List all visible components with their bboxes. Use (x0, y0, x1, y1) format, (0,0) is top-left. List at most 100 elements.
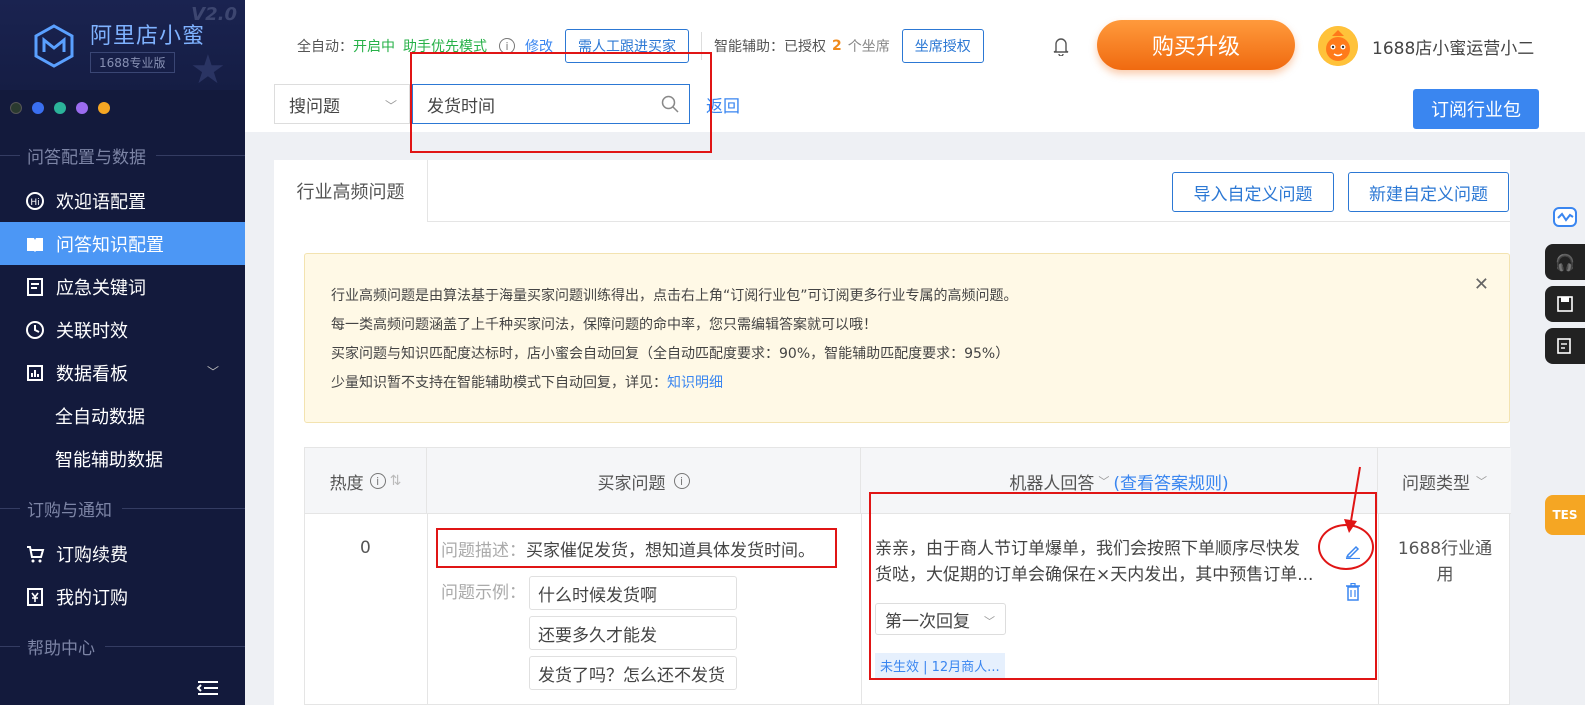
save-icon[interactable] (1545, 286, 1585, 322)
sidebar-item-qa-knowledge[interactable]: 问答知识配置 (0, 222, 245, 265)
version-label: V2.0 (191, 4, 237, 25)
sort-icon[interactable]: ⇅ (390, 473, 402, 489)
sidebar-item-dashboard[interactable]: 数据看板 ﹀ (0, 351, 245, 394)
header-heat-label: 热度 (329, 473, 364, 494)
annotation-arrow-icon (1344, 466, 1361, 533)
buy-upgrade-button[interactable]: 购买升级 (1097, 20, 1295, 70)
info-icon[interactable]: i (369, 473, 386, 489)
example-label: 问题示例： (441, 583, 526, 603)
sidebar-item-renew[interactable]: 订购续费 (0, 532, 245, 575)
section-help: 帮助中心 (0, 634, 245, 659)
sidebar-item-emergency-keywords[interactable]: 应急关键词 (0, 265, 245, 308)
auto-status: 开启中 (353, 39, 395, 55)
seat-auth-button[interactable]: 坐席授权 (901, 29, 984, 63)
logo-icon (34, 24, 74, 68)
section-label-text: 订购与通知 (27, 501, 112, 521)
section-label-text: 帮助中心 (27, 639, 95, 659)
header-type[interactable]: 问题类型 ﹀ (1378, 448, 1511, 514)
sidebar-item-label: 智能辅助数据 (55, 449, 163, 471)
edition-badge: 1688专业版 (90, 52, 175, 73)
header-question-label: 买家问题 (597, 473, 666, 494)
chevron-down-icon: ﹀ (384, 99, 397, 113)
sidebar-item-label: 订购续费 (56, 544, 128, 566)
header-question: 买家问题 i (427, 448, 861, 514)
header-answer-label: 机器人回答 (1009, 473, 1095, 494)
bell-icon[interactable] (1053, 36, 1069, 56)
hi-icon: Hi (25, 191, 45, 211)
annotation-box-description (436, 528, 837, 568)
chevron-down-icon[interactable]: ﹀ (1098, 473, 1109, 489)
avatar[interactable] (1318, 26, 1358, 66)
sidebar-item-label: 我的订购 (56, 587, 128, 609)
doc-icon (25, 277, 45, 297)
answer-rule-link[interactable]: (查看答案规则) (1113, 469, 1228, 494)
sidebar-item-label: 应急关键词 (56, 277, 146, 299)
edit-list-icon[interactable] (1545, 328, 1585, 364)
app-title: 阿里店小蜜 (90, 24, 206, 49)
sidebar-item-label: 欢迎语配置 (56, 191, 146, 213)
sidebar-item-label: 数据看板 (56, 363, 128, 385)
section-subscription: 订购与通知 (0, 496, 245, 521)
sidebar: 阿里店小蜜 1688专业版 V2.0 ★ 问答配置与数据 Hi 欢迎语配置 问答… (0, 0, 245, 705)
section-label-text: 问答配置与数据 (27, 148, 146, 168)
knowledge-detail-link[interactable]: 知识明细 (667, 375, 723, 391)
svg-text:Hi: Hi (30, 198, 39, 208)
notice-box: 行业高频问题是由算法基于海量买家问题训练得出，点击右上角“订阅行业包”可订阅更多… (304, 253, 1510, 423)
user-name[interactable]: 1688店小蜜运营小二 (1372, 34, 1534, 59)
new-custom-button[interactable]: 新建自定义问题 (1348, 172, 1509, 212)
cart-icon (25, 544, 45, 564)
sidebar-item-related-timeliness[interactable]: 关联时效 (0, 308, 245, 351)
info-icon[interactable]: i (673, 473, 690, 489)
column-divider (861, 514, 862, 705)
collapse-sidebar-icon[interactable] (196, 680, 220, 696)
sidebar-item-label: 问答知识配置 (56, 234, 164, 256)
example-chip: 发货了吗？怎么还不发货 (529, 656, 737, 690)
assist-count: 2 (832, 38, 842, 54)
assist-unit: 个坐席 (847, 39, 890, 55)
section-qa-config: 问答配置与数据 (0, 143, 245, 168)
test-tag[interactable]: TES (1545, 495, 1585, 535)
column-divider (427, 514, 428, 705)
headset-icon[interactable]: 🎧 (1545, 244, 1585, 280)
example-chip: 什么时候发货啊 (529, 576, 737, 610)
notice-line-last: 少量知识暂不支持在智能辅助模式下自动回复，详见：知识明细 (331, 369, 1483, 398)
notice-line: 买家问题与知识匹配度达标时，店小蜜会自动回复（全自动匹配度要求：90%，智能辅助… (331, 346, 1010, 362)
assist-label: 智能辅助：已授权 (714, 39, 826, 55)
sidebar-item-welcome[interactable]: Hi 欢迎语配置 (0, 179, 245, 222)
import-custom-button[interactable]: 导入自定义问题 (1172, 172, 1334, 212)
sidebar-item-auto-data[interactable]: 全自动数据 (0, 394, 245, 437)
example-chip: 还要多久才能发 (529, 616, 737, 650)
theme-dot-orange[interactable] (98, 102, 110, 114)
heat-value: 0 (360, 538, 371, 558)
auto-label: 全自动： (297, 39, 353, 55)
tab-industry-questions[interactable]: 行业高频问题 (274, 160, 428, 222)
tab-underline (428, 221, 1510, 222)
annotation-box-answer (869, 492, 1377, 680)
chevron-down-icon: ﹀ (1476, 475, 1487, 488)
subscribe-industry-button[interactable]: 订阅行业包 (1413, 89, 1539, 129)
star-decoration-icon: ★ (190, 47, 226, 93)
theme-dot-dark[interactable] (10, 102, 22, 114)
notice-line: 每一类高频问题涵盖了上千种买家问法，保障问题的命中率，您只需编辑答案就可以哦！ (331, 317, 877, 333)
chart-icon (25, 363, 45, 383)
chevron-down-icon: ﹀ (206, 365, 219, 379)
robot-assistant-icon[interactable] (1545, 196, 1585, 236)
sidebar-item-assist-data[interactable]: 智能辅助数据 (0, 437, 245, 480)
yen-icon (25, 587, 45, 607)
theme-dot-blue[interactable] (32, 102, 44, 114)
column-divider (1378, 514, 1379, 705)
header-heat[interactable]: 热度 i ⇅ (305, 448, 427, 514)
theme-dot-teal[interactable] (54, 102, 66, 114)
sidebar-item-label: 关联时效 (56, 320, 128, 342)
notice-line: 行业高频问题是由算法基于海量买家问题训练得出，点击右上角“订阅行业包”可订阅更多… (331, 288, 1018, 304)
search-type-select[interactable]: 搜问题 ﹀ (274, 84, 410, 124)
annotation-box-search (410, 52, 712, 153)
close-icon[interactable]: ✕ (1474, 270, 1489, 299)
theme-dot-purple[interactable] (76, 102, 88, 114)
sidebar-item-my-orders[interactable]: 我的订购 (0, 575, 245, 618)
sidebar-item-label: 全自动数据 (55, 406, 145, 428)
theme-dots (10, 102, 110, 114)
clock-icon (25, 320, 45, 340)
search-type-value: 搜问题 (289, 96, 340, 117)
header-type-label: 问题类型 (1402, 473, 1470, 494)
